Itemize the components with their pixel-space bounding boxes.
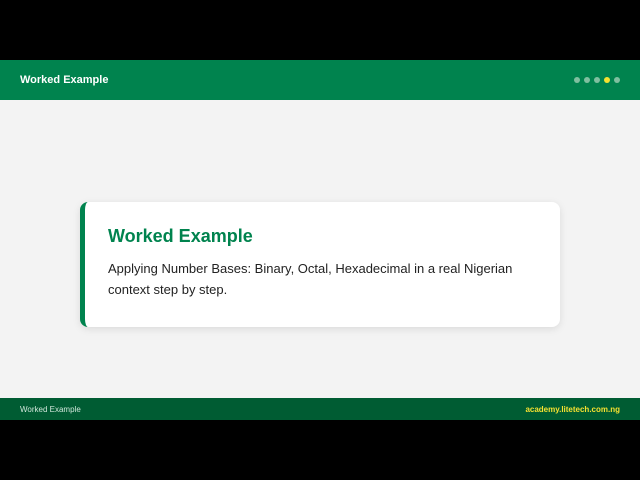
progress-dot-4[interactable] [604,77,610,83]
progress-dot-1[interactable] [574,77,580,83]
card-title: Worked Example [108,226,253,246]
footer-link[interactable]: academy.litetech.com.ng [525,405,620,414]
slide: Worked Example Worked Example Applying N… [0,60,640,420]
card-body: Applying Number Bases: Binary, Octal, He… [108,261,513,297]
slide-header: Worked Example [0,60,640,100]
footer-label: Worked Example [20,404,81,414]
progress-dot-2[interactable] [584,77,590,83]
progress-dot-3[interactable] [594,77,600,83]
content-card: Worked Example Applying Number Bases: Bi… [80,202,560,327]
header-title: Worked Example [20,74,109,86]
progress-dot-5[interactable] [614,77,620,83]
progress-dots [574,77,620,83]
slide-footer: Worked Example academy.litetech.com.ng [0,398,640,420]
